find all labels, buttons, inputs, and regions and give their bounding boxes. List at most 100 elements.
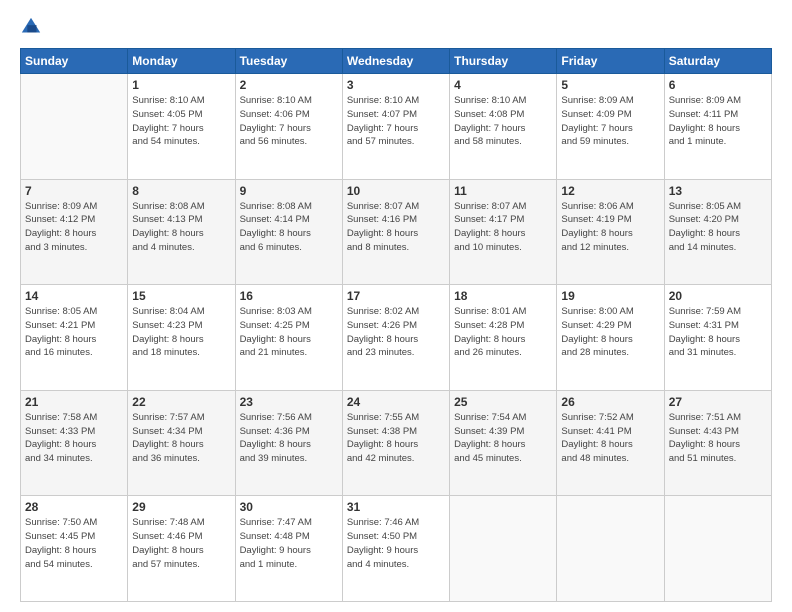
day-info: Sunrise: 7:57 AM Sunset: 4:34 PM Dayligh… xyxy=(132,411,230,466)
day-info: Sunrise: 8:09 AM Sunset: 4:11 PM Dayligh… xyxy=(669,94,767,149)
calendar-week-row: 28 Sunrise: 7:50 AM Sunset: 4:45 PM Dayli… xyxy=(21,496,772,602)
day-number: 8 xyxy=(132,184,230,198)
day-info: Sunrise: 7:50 AM Sunset: 4:45 PM Dayligh… xyxy=(25,516,123,571)
day-header-friday: Friday xyxy=(557,49,664,74)
day-info: Sunrise: 8:03 AM Sunset: 4:25 PM Dayligh… xyxy=(240,305,338,360)
day-number: 1 xyxy=(132,78,230,92)
day-number: 31 xyxy=(347,500,445,514)
day-header-sunday: Sunday xyxy=(21,49,128,74)
logo-icon xyxy=(20,16,42,38)
day-info: Sunrise: 8:01 AM Sunset: 4:28 PM Dayligh… xyxy=(454,305,552,360)
page: SundayMondayTuesdayWednesdayThursdayFrid… xyxy=(0,0,792,612)
calendar-cell: 23Sunrise: 7:56 AM Sunset: 4:36 PM Dayli… xyxy=(235,390,342,496)
day-info: Sunrise: 8:09 AM Sunset: 4:09 PM Dayligh… xyxy=(561,94,659,149)
calendar-cell: 1 Sunrise: 8:10 AM Sunset: 4:05 PM Daylig… xyxy=(128,74,235,180)
day-header-wednesday: Wednesday xyxy=(342,49,449,74)
calendar-cell: 15 Sunrise: 8:04 AM Sunset: 4:23 PM Dayli… xyxy=(128,285,235,391)
day-header-tuesday: Tuesday xyxy=(235,49,342,74)
day-info: Sunrise: 8:06 AM Sunset: 4:19 PM Dayligh… xyxy=(561,200,659,255)
day-info: Sunrise: 8:00 AM Sunset: 4:29 PM Dayligh… xyxy=(561,305,659,360)
day-number: 25 xyxy=(454,395,552,409)
day-number: 22 xyxy=(132,395,230,409)
day-info: Sunrise: 8:08 AM Sunset: 4:14 PM Dayligh… xyxy=(240,200,338,255)
day-info: Sunrise: 7:59 AM Sunset: 4:31 PM Dayligh… xyxy=(669,305,767,360)
day-number: 11 xyxy=(454,184,552,198)
day-info: Sunrise: 7:54 AM Sunset: 4:39 PM Dayligh… xyxy=(454,411,552,466)
calendar-cell: 19 Sunrise: 8:00 AM Sunset: 4:29 PM Dayli… xyxy=(557,285,664,391)
day-number: 12 xyxy=(561,184,659,198)
day-number: 19 xyxy=(561,289,659,303)
day-info: Sunrise: 8:04 AM Sunset: 4:23 PM Dayligh… xyxy=(132,305,230,360)
day-number: 23 xyxy=(240,395,338,409)
calendar-cell xyxy=(664,496,771,602)
calendar-cell: 11 Sunrise: 8:07 AM Sunset: 4:17 PM Dayli… xyxy=(450,179,557,285)
calendar-cell: 12 Sunrise: 8:06 AM Sunset: 4:19 PM Dayli… xyxy=(557,179,664,285)
day-header-monday: Monday xyxy=(128,49,235,74)
day-number: 29 xyxy=(132,500,230,514)
calendar-table: SundayMondayTuesdayWednesdayThursdayFrid… xyxy=(20,48,772,602)
calendar-cell xyxy=(21,74,128,180)
day-number: 20 xyxy=(669,289,767,303)
day-info: Sunrise: 8:10 AM Sunset: 4:07 PM Dayligh… xyxy=(347,94,445,149)
day-number: 14 xyxy=(25,289,123,303)
calendar-cell: 13 Sunrise: 8:05 AM Sunset: 4:20 PM Dayli… xyxy=(664,179,771,285)
day-number: 15 xyxy=(132,289,230,303)
day-info: Sunrise: 8:05 AM Sunset: 4:21 PM Dayligh… xyxy=(25,305,123,360)
day-number: 9 xyxy=(240,184,338,198)
day-number: 13 xyxy=(669,184,767,198)
day-number: 28 xyxy=(25,500,123,514)
day-info: Sunrise: 8:02 AM Sunset: 4:26 PM Dayligh… xyxy=(347,305,445,360)
day-number: 5 xyxy=(561,78,659,92)
day-number: 7 xyxy=(25,184,123,198)
day-number: 4 xyxy=(454,78,552,92)
calendar-cell: 6 Sunrise: 8:09 AM Sunset: 4:11 PM Daylig… xyxy=(664,74,771,180)
calendar-cell xyxy=(557,496,664,602)
calendar-week-row: 7 Sunrise: 8:09 AM Sunset: 4:12 PM Daylig… xyxy=(21,179,772,285)
day-info: Sunrise: 8:10 AM Sunset: 4:06 PM Dayligh… xyxy=(240,94,338,149)
day-info: Sunrise: 7:48 AM Sunset: 4:46 PM Dayligh… xyxy=(132,516,230,571)
day-info: Sunrise: 8:10 AM Sunset: 4:08 PM Dayligh… xyxy=(454,94,552,149)
day-header-saturday: Saturday xyxy=(664,49,771,74)
day-number: 30 xyxy=(240,500,338,514)
calendar-cell: 18 Sunrise: 8:01 AM Sunset: 4:28 PM Dayli… xyxy=(450,285,557,391)
day-info: Sunrise: 8:07 AM Sunset: 4:16 PM Dayligh… xyxy=(347,200,445,255)
calendar-cell: 8 Sunrise: 8:08 AM Sunset: 4:13 PM Daylig… xyxy=(128,179,235,285)
calendar-cell: 17Sunrise: 8:02 AM Sunset: 4:26 PM Dayli… xyxy=(342,285,449,391)
calendar-cell: 10 Sunrise: 8:07 AM Sunset: 4:16 PM Dayli… xyxy=(342,179,449,285)
day-info: Sunrise: 7:58 AM Sunset: 4:33 PM Dayligh… xyxy=(25,411,123,466)
calendar-cell xyxy=(450,496,557,602)
logo xyxy=(20,16,44,40)
day-number: 18 xyxy=(454,289,552,303)
day-info: Sunrise: 8:10 AM Sunset: 4:05 PM Dayligh… xyxy=(132,94,230,149)
day-info: Sunrise: 7:51 AM Sunset: 4:43 PM Dayligh… xyxy=(669,411,767,466)
header xyxy=(20,16,772,40)
day-number: 3 xyxy=(347,78,445,92)
day-info: Sunrise: 7:55 AM Sunset: 4:38 PM Dayligh… xyxy=(347,411,445,466)
day-number: 10 xyxy=(347,184,445,198)
calendar-cell: 5 Sunrise: 8:09 AM Sunset: 4:09 PM Daylig… xyxy=(557,74,664,180)
day-info: Sunrise: 8:08 AM Sunset: 4:13 PM Dayligh… xyxy=(132,200,230,255)
day-header-thursday: Thursday xyxy=(450,49,557,74)
calendar-cell: 21Sunrise: 7:58 AM Sunset: 4:33 PM Dayli… xyxy=(21,390,128,496)
calendar-cell: 2Sunrise: 8:10 AM Sunset: 4:06 PM Daylig… xyxy=(235,74,342,180)
day-info: Sunrise: 8:05 AM Sunset: 4:20 PM Dayligh… xyxy=(669,200,767,255)
day-number: 27 xyxy=(669,395,767,409)
day-number: 16 xyxy=(240,289,338,303)
day-number: 24 xyxy=(347,395,445,409)
day-info: Sunrise: 7:52 AM Sunset: 4:41 PM Dayligh… xyxy=(561,411,659,466)
calendar-cell: 28 Sunrise: 7:50 AM Sunset: 4:45 PM Dayli… xyxy=(21,496,128,602)
day-number: 26 xyxy=(561,395,659,409)
calendar-cell: 4 Sunrise: 8:10 AM Sunset: 4:08 PM Daylig… xyxy=(450,74,557,180)
calendar-cell: 3 Sunrise: 8:10 AM Sunset: 4:07 PM Daylig… xyxy=(342,74,449,180)
calendar-cell: 22 Sunrise: 7:57 AM Sunset: 4:34 PM Dayli… xyxy=(128,390,235,496)
day-number: 6 xyxy=(669,78,767,92)
calendar-cell: 20 Sunrise: 7:59 AM Sunset: 4:31 PM Dayli… xyxy=(664,285,771,391)
calendar-cell: 26 Sunrise: 7:52 AM Sunset: 4:41 PM Dayli… xyxy=(557,390,664,496)
calendar-cell: 9 Sunrise: 8:08 AM Sunset: 4:14 PM Daylig… xyxy=(235,179,342,285)
day-info: Sunrise: 8:07 AM Sunset: 4:17 PM Dayligh… xyxy=(454,200,552,255)
calendar-cell: 29 Sunrise: 7:48 AM Sunset: 4:46 PM Dayli… xyxy=(128,496,235,602)
calendar-week-row: 14 Sunrise: 8:05 AM Sunset: 4:21 PM Dayli… xyxy=(21,285,772,391)
calendar-header-row: SundayMondayTuesdayWednesdayThursdayFrid… xyxy=(21,49,772,74)
day-info: Sunrise: 7:46 AM Sunset: 4:50 PM Dayligh… xyxy=(347,516,445,571)
day-info: Sunrise: 8:09 AM Sunset: 4:12 PM Dayligh… xyxy=(25,200,123,255)
